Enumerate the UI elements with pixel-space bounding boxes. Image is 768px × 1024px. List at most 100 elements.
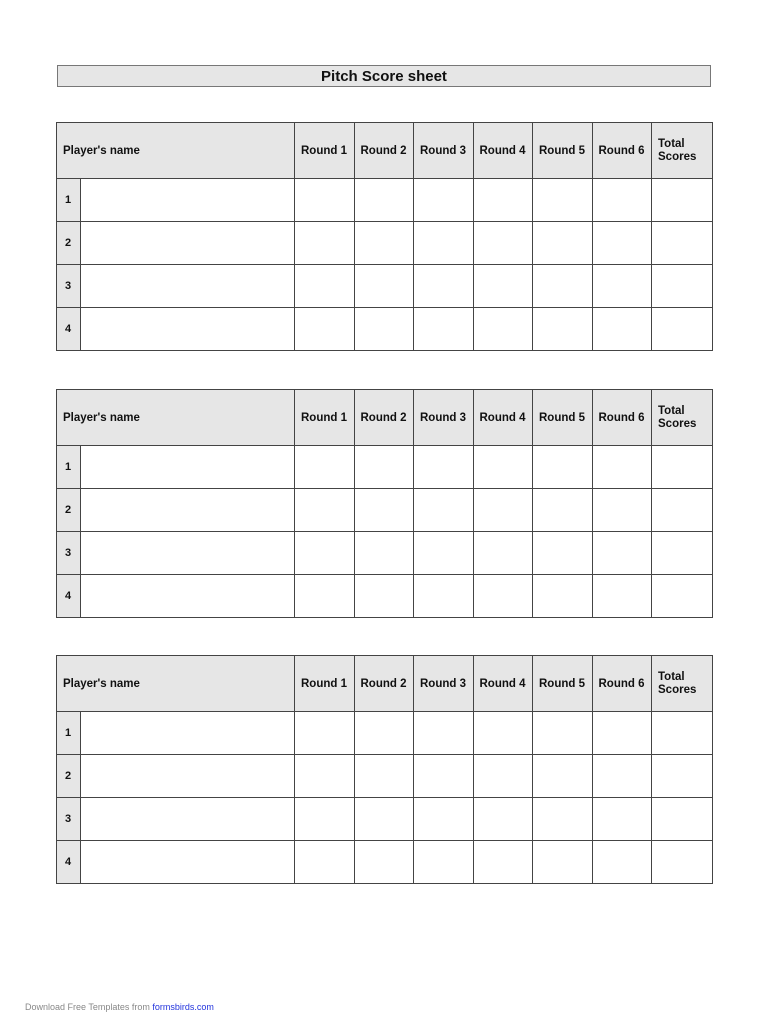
- round-2-score-cell[interactable]: [353, 531, 414, 575]
- round-4-score-cell[interactable]: [472, 711, 533, 755]
- round-6-score-cell[interactable]: [591, 178, 652, 222]
- round-2-score-cell[interactable]: [353, 445, 414, 489]
- round-3-score-cell[interactable]: [413, 178, 474, 222]
- round-6-score-cell[interactable]: [591, 840, 652, 884]
- player-name-cell[interactable]: [80, 264, 295, 308]
- round-2-score-cell[interactable]: [353, 264, 414, 308]
- round-5-score-cell[interactable]: [532, 445, 593, 489]
- round-6-score-cell[interactable]: [591, 307, 652, 351]
- round-2-score-cell[interactable]: [353, 221, 414, 265]
- total-score-cell[interactable]: [651, 178, 713, 222]
- player-name-cell[interactable]: [80, 178, 295, 222]
- round-3-score-cell[interactable]: [413, 797, 474, 841]
- round-4-score-cell[interactable]: [472, 531, 533, 575]
- player-name-cell[interactable]: [80, 840, 295, 884]
- round-3-score-cell[interactable]: [413, 264, 474, 308]
- total-score-cell[interactable]: [651, 488, 713, 532]
- round-1-score-cell[interactable]: [294, 840, 355, 884]
- round-4-score-cell[interactable]: [472, 264, 533, 308]
- round-1-score-cell[interactable]: [294, 574, 355, 618]
- round-1-score-cell[interactable]: [294, 264, 355, 308]
- round-5-score-cell[interactable]: [532, 221, 593, 265]
- total-score-cell[interactable]: [651, 574, 713, 618]
- round-2-score-cell[interactable]: [353, 797, 414, 841]
- round-4-score-cell[interactable]: [472, 445, 533, 489]
- player-name-cell[interactable]: [80, 488, 295, 532]
- total-score-cell[interactable]: [651, 307, 713, 351]
- round-4-score-cell[interactable]: [472, 797, 533, 841]
- round-3-score-cell[interactable]: [413, 840, 474, 884]
- player-name-cell[interactable]: [80, 445, 295, 489]
- round-1-score-cell[interactable]: [294, 307, 355, 351]
- round-3-score-cell[interactable]: [413, 574, 474, 618]
- round-2-score-cell[interactable]: [353, 178, 414, 222]
- column-header-round-3: Round 3: [413, 655, 474, 712]
- round-2-score-cell[interactable]: [353, 711, 414, 755]
- column-header-round-1: Round 1: [294, 389, 355, 446]
- player-name-cell[interactable]: [80, 531, 295, 575]
- round-3-score-cell[interactable]: [413, 531, 474, 575]
- player-name-cell[interactable]: [80, 711, 295, 755]
- player-name-cell[interactable]: [80, 307, 295, 351]
- round-6-score-cell[interactable]: [591, 445, 652, 489]
- round-4-score-cell[interactable]: [472, 307, 533, 351]
- round-4-score-cell[interactable]: [472, 574, 533, 618]
- round-5-score-cell[interactable]: [532, 488, 593, 532]
- round-4-score-cell[interactable]: [472, 754, 533, 798]
- total-score-cell[interactable]: [651, 264, 713, 308]
- round-1-score-cell[interactable]: [294, 178, 355, 222]
- round-1-score-cell[interactable]: [294, 711, 355, 755]
- round-5-score-cell[interactable]: [532, 711, 593, 755]
- round-5-score-cell[interactable]: [532, 264, 593, 308]
- round-5-score-cell[interactable]: [532, 178, 593, 222]
- round-3-score-cell[interactable]: [413, 307, 474, 351]
- round-2-score-cell[interactable]: [353, 574, 414, 618]
- round-6-score-cell[interactable]: [591, 754, 652, 798]
- round-2-score-cell[interactable]: [353, 488, 414, 532]
- total-score-cell[interactable]: [651, 754, 713, 798]
- round-3-score-cell[interactable]: [413, 754, 474, 798]
- round-5-score-cell[interactable]: [532, 307, 593, 351]
- round-1-score-cell[interactable]: [294, 445, 355, 489]
- player-name-cell[interactable]: [80, 574, 295, 618]
- round-6-score-cell[interactable]: [591, 574, 652, 618]
- round-6-score-cell[interactable]: [591, 264, 652, 308]
- footer-link[interactable]: formsbirds.com: [152, 1002, 214, 1012]
- round-2-score-cell[interactable]: [353, 754, 414, 798]
- round-1-score-cell[interactable]: [294, 797, 355, 841]
- round-5-score-cell[interactable]: [532, 574, 593, 618]
- total-score-cell[interactable]: [651, 531, 713, 575]
- round-5-score-cell[interactable]: [532, 840, 593, 884]
- round-1-score-cell[interactable]: [294, 221, 355, 265]
- total-score-cell[interactable]: [651, 221, 713, 265]
- column-header-round-6: Round 6: [591, 655, 652, 712]
- round-4-score-cell[interactable]: [472, 488, 533, 532]
- round-6-score-cell[interactable]: [591, 711, 652, 755]
- round-2-score-cell[interactable]: [353, 307, 414, 351]
- round-6-score-cell[interactable]: [591, 221, 652, 265]
- round-1-score-cell[interactable]: [294, 531, 355, 575]
- total-score-cell[interactable]: [651, 445, 713, 489]
- player-name-cell[interactable]: [80, 754, 295, 798]
- total-score-cell[interactable]: [651, 797, 713, 841]
- round-5-score-cell[interactable]: [532, 754, 593, 798]
- round-1-score-cell[interactable]: [294, 754, 355, 798]
- round-4-score-cell[interactable]: [472, 221, 533, 265]
- player-name-cell[interactable]: [80, 797, 295, 841]
- round-1-score-cell[interactable]: [294, 488, 355, 532]
- round-3-score-cell[interactable]: [413, 445, 474, 489]
- round-5-score-cell[interactable]: [532, 531, 593, 575]
- total-score-cell[interactable]: [651, 840, 713, 884]
- round-3-score-cell[interactable]: [413, 488, 474, 532]
- round-2-score-cell[interactable]: [353, 840, 414, 884]
- player-name-cell[interactable]: [80, 221, 295, 265]
- round-6-score-cell[interactable]: [591, 531, 652, 575]
- total-score-cell[interactable]: [651, 711, 713, 755]
- round-4-score-cell[interactable]: [472, 178, 533, 222]
- round-6-score-cell[interactable]: [591, 797, 652, 841]
- round-6-score-cell[interactable]: [591, 488, 652, 532]
- round-4-score-cell[interactable]: [472, 840, 533, 884]
- round-3-score-cell[interactable]: [413, 711, 474, 755]
- round-3-score-cell[interactable]: [413, 221, 474, 265]
- round-5-score-cell[interactable]: [532, 797, 593, 841]
